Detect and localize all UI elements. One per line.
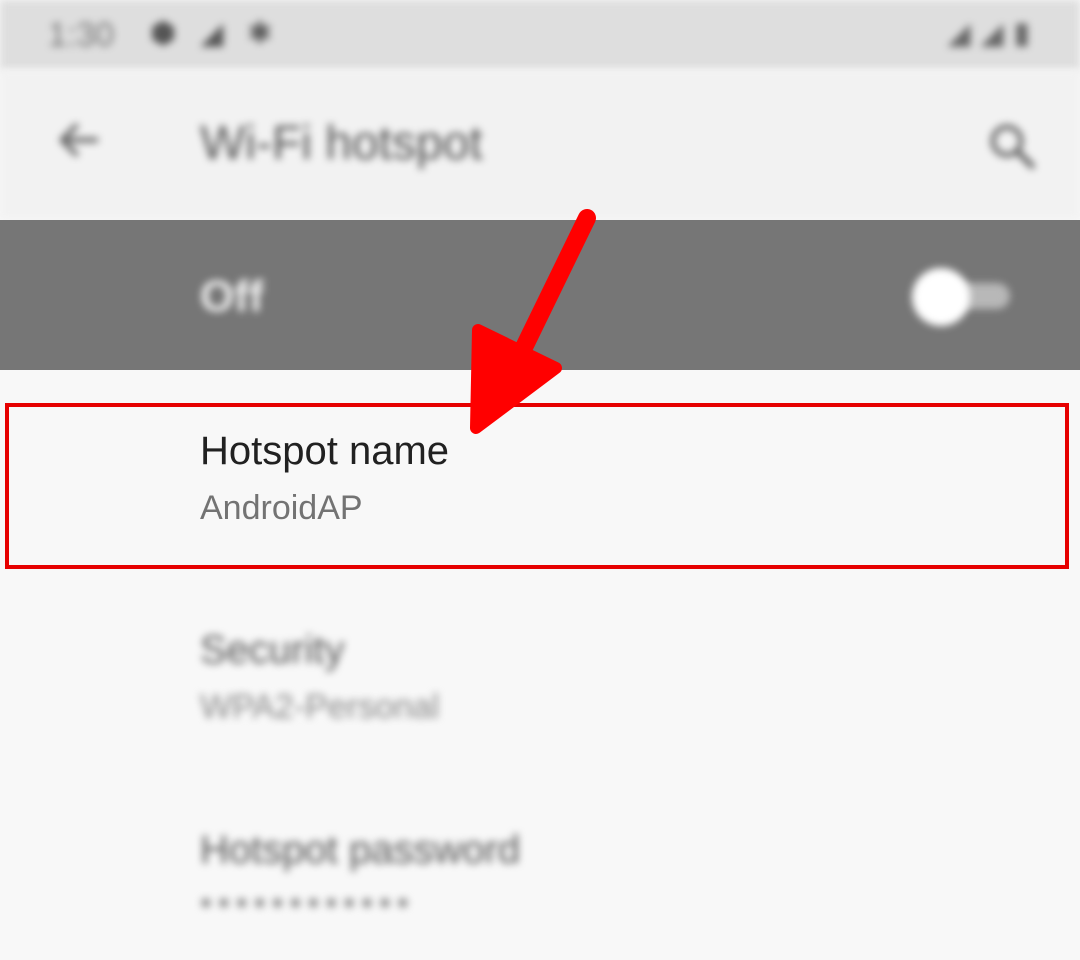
status-left-icons: ⬢◢✱ <box>150 16 296 51</box>
status-bar: 1:30 ⬢◢✱ ◢◢▮ <box>0 0 1080 70</box>
hotspot-toggle-bar[interactable]: Off <box>0 220 1080 370</box>
hotspot-name-value: AndroidAP <box>200 489 363 527</box>
settings-gear-icon: ✱ <box>247 17 297 50</box>
status-time: 1:30 <box>48 16 115 54</box>
page-title: Wi-Fi hotspot <box>200 117 483 170</box>
hotspot-password-setting[interactable]: Hotspot password •••••••••••• <box>0 800 1080 950</box>
shield-icon: ⬢ <box>150 17 201 50</box>
hotspot-name-setting[interactable]: Hotspot name AndroidAP <box>0 405 1080 570</box>
app-bar: Wi-Fi hotspot <box>0 70 1080 220</box>
status-right-icons: ◢◢▮ <box>947 16 1040 51</box>
hotspot-name-title: Hotspot name <box>200 429 450 473</box>
signal-icon: ◢ <box>200 17 248 50</box>
hotspot-switch-thumb[interactable] <box>912 268 970 326</box>
search-icon[interactable] <box>982 116 1042 176</box>
signal-icon: ◢ <box>980 17 1014 50</box>
security-value: WPA2-Personal <box>200 688 440 726</box>
security-setting[interactable]: Security WPA2-Personal <box>0 600 1080 750</box>
wifi-icon: ◢ <box>947 17 981 50</box>
battery-icon: ▮ <box>1013 17 1040 50</box>
hotspot-password-value: •••••••••••• <box>200 884 415 922</box>
security-title: Security <box>200 628 345 672</box>
hotspot-password-title: Hotspot password <box>200 828 521 872</box>
back-arrow-icon[interactable] <box>48 110 108 170</box>
hotspot-toggle-label: Off <box>200 272 264 321</box>
